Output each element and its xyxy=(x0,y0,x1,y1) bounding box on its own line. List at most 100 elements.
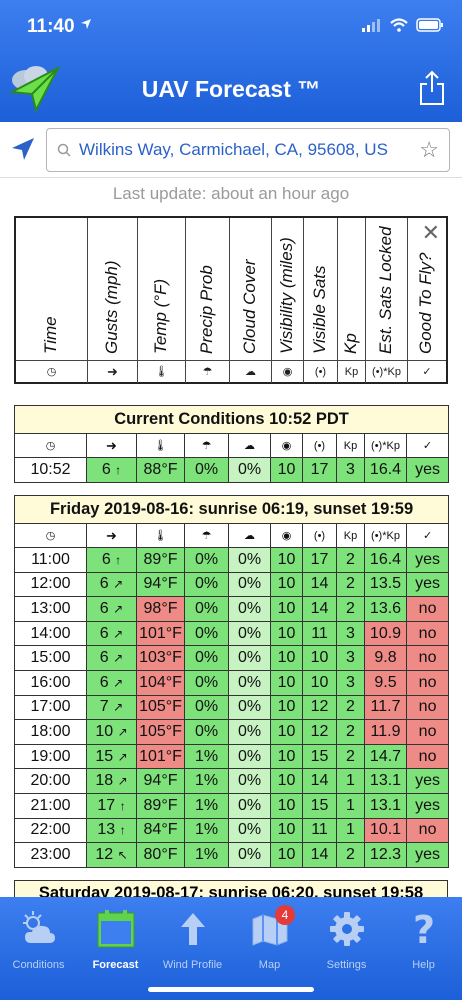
table-row[interactable]: 14:00 6 ↗ 101°F 0% 0% 10 11 3 10.9 no xyxy=(14,620,450,647)
cloud-cell: 0% xyxy=(228,620,271,647)
visibility-cell: 10 xyxy=(270,457,303,483)
locked-cell: 13.1 xyxy=(364,792,407,819)
table-row[interactable]: 23:00 12 ↖ 80°F 1% 0% 10 14 2 12.3 yes xyxy=(14,842,450,868)
gust-cell: 6 ↗ xyxy=(86,620,137,647)
tab-forecast[interactable]: Forecast xyxy=(77,905,154,975)
time-cell: 21:00 xyxy=(14,792,87,819)
time-cell: 11:00 xyxy=(14,547,87,573)
legend-col-temp: Temp (°F) xyxy=(138,218,186,360)
fly-cell: no xyxy=(405,669,450,696)
table-row[interactable]: 16:00 6 ↗ 104°F 0% 0% 10 10 3 9.5 no xyxy=(14,669,450,696)
table-row[interactable]: 22:00 13 ↑ 84°F 1% 0% 10 11 1 10.1 no xyxy=(14,817,450,844)
table-row[interactable]: 13:00 6 ↗ 98°F 0% 0% 10 14 2 13.6 no xyxy=(14,596,450,622)
tab-settings[interactable]: Settings xyxy=(308,905,385,975)
table-row[interactable]: 12:00 6 ↗ 94°F 0% 0% 10 14 2 13.5 yes xyxy=(14,571,450,598)
cloud-cell: 0% xyxy=(228,743,271,770)
sats-cell: 10 xyxy=(302,669,337,696)
precip-cell: 0% xyxy=(184,645,229,671)
day-title: Friday 2019-08-16: sunrise 06:19, sunset… xyxy=(13,495,450,524)
tab-conditions[interactable]: Conditions xyxy=(0,905,77,975)
cloud-cell: 0% xyxy=(228,842,271,868)
sats-cell: 15 xyxy=(302,743,337,770)
tab-wind-profile[interactable]: Wind Profile xyxy=(154,905,231,975)
fly-cell: no xyxy=(405,596,450,622)
temp-cell: 101°F xyxy=(136,620,185,647)
precip-cell: 1% xyxy=(184,817,229,844)
eye-icon: ◉ xyxy=(272,361,304,383)
temp-cell: 94°F xyxy=(136,768,185,794)
gust-cell: 12 ↖ xyxy=(86,842,137,868)
legend-col-cloud: Cloud Cover xyxy=(230,218,272,360)
gust-cell: 6 ↑ xyxy=(86,547,137,573)
precip-cell: 1% xyxy=(184,743,229,770)
sats-kp-text: (•)*Kp xyxy=(366,361,408,383)
table-row[interactable]: 21:00 17 ↑ 89°F 1% 0% 10 15 1 13.1 yes xyxy=(14,792,450,819)
visibility-cell: 10 xyxy=(270,719,303,745)
icon-row: ◷ ➜ 🌡︎ ☂︎ ☁︎ ◉ (•) Kp (•)*Kp ✓ xyxy=(14,523,450,548)
legend-label: Est. Sats Locked xyxy=(375,226,395,354)
locked-cell: 11.9 xyxy=(364,719,407,745)
time-cell: 17:00 xyxy=(14,694,87,721)
visibility-cell: 10 xyxy=(270,694,303,721)
satellite-icon: (•) xyxy=(304,361,338,383)
cloud-sun-icon xyxy=(23,911,55,943)
sats-cell: 11 xyxy=(302,620,337,647)
kp-cell: 1 xyxy=(336,768,365,794)
current-location-icon[interactable] xyxy=(10,136,36,162)
gust-cell: 6 ↗ xyxy=(86,645,137,671)
map-badge: 4 xyxy=(275,905,295,925)
kp-cell: 2 xyxy=(336,842,365,868)
kp-text: Kp xyxy=(338,361,366,383)
time-cell: 14:00 xyxy=(14,620,87,647)
star-icon[interactable]: ☆ xyxy=(419,139,439,161)
kp-cell: 2 xyxy=(336,547,365,573)
clock-icon: ◷ xyxy=(14,433,87,458)
search-input[interactable]: Wilkins Way, Carmichael, CA, 95608, US ☆ xyxy=(46,128,450,172)
tab-label: Forecast xyxy=(92,959,139,971)
tab-map[interactable]: 4 Map xyxy=(231,905,308,975)
sats-cell: 17 xyxy=(302,457,337,483)
legend-header: ✕ Time Gusts (mph) Temp (°F) Precip Prob… xyxy=(14,216,448,384)
question-icon: ? xyxy=(413,909,435,949)
table-row[interactable]: 15:00 6 ↗ 103°F 0% 0% 10 10 3 9.8 no xyxy=(14,645,450,671)
locked-cell: 12.3 xyxy=(364,842,407,868)
precip-cell: 0% xyxy=(184,694,229,721)
visibility-cell: 10 xyxy=(270,571,303,598)
search-icon xyxy=(57,143,71,157)
table-row[interactable]: 20:00 18 ↗ 94°F 1% 0% 10 14 1 13.1 yes xyxy=(14,768,450,794)
locked-cell: 13.6 xyxy=(364,596,407,622)
kp-cell: 2 xyxy=(336,571,365,598)
cloud-icon: ☁︎ xyxy=(228,523,271,548)
table-row[interactable]: 11:00 6 ↑ 89°F 0% 0% 10 17 2 16.4 yes xyxy=(14,547,450,573)
legend-col-fly: Good To Fly? xyxy=(408,218,446,360)
table-row[interactable]: 17:00 7 ↗ 105°F 0% 0% 10 12 2 11.7 no xyxy=(14,694,450,721)
time-cell: 10:52 xyxy=(14,457,87,483)
precip-cell: 0% xyxy=(184,596,229,622)
thermometer-icon: 🌡︎ xyxy=(138,361,186,383)
legend-col-kp: Kp xyxy=(338,218,366,360)
cloud-cell: 0% xyxy=(228,571,271,598)
share-icon[interactable] xyxy=(418,70,446,106)
table-row[interactable]: 10:52 6 ↑ 88°F 0% 0% 10 17 3 16.4 yes xyxy=(14,457,450,483)
legend-label: Good To Fly? xyxy=(416,252,435,354)
satellite-icon: (•) xyxy=(302,523,337,548)
kp-cell: 2 xyxy=(336,596,365,622)
time-cell: 12:00 xyxy=(14,571,87,598)
table-row[interactable]: 19:00 15 ↗ 101°F 1% 0% 10 15 2 14.7 no xyxy=(14,743,450,770)
kp-cell: 2 xyxy=(336,694,365,721)
signal-icon xyxy=(362,19,380,32)
calendar-icon xyxy=(97,910,135,948)
fly-cell: yes xyxy=(405,768,450,794)
time-cell: 15:00 xyxy=(14,645,87,671)
kp-text: Kp xyxy=(336,433,365,458)
kp-cell: 2 xyxy=(336,743,365,770)
search-value: Wilkins Way, Carmichael, CA, 95608, US xyxy=(79,140,388,159)
tab-help[interactable]: ? Help xyxy=(385,905,462,975)
table-row[interactable]: 18:00 10 ↗ 105°F 0% 0% 10 12 2 11.9 no xyxy=(14,719,450,745)
kp-cell: 3 xyxy=(336,457,365,483)
precip-cell: 0% xyxy=(184,719,229,745)
sats-cell: 10 xyxy=(302,645,337,671)
eye-icon: ◉ xyxy=(270,433,303,458)
fly-cell: yes xyxy=(405,571,450,598)
cloud-cell: 0% xyxy=(228,817,271,844)
